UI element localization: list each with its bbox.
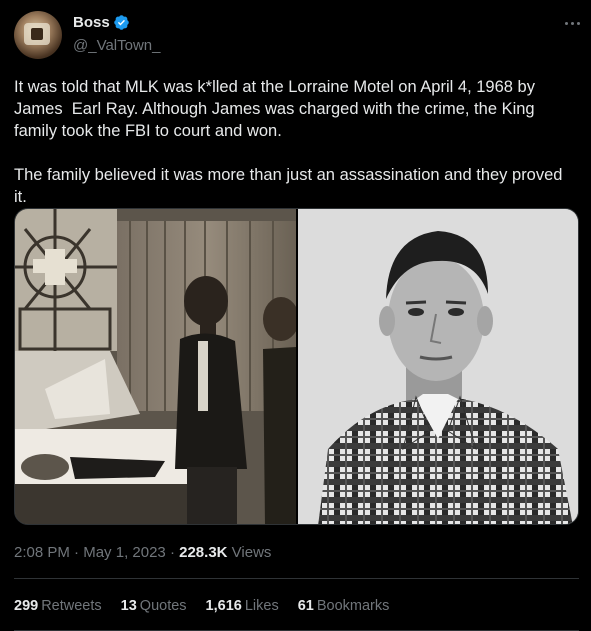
dot [570, 21, 574, 25]
likes-count: 1,616 [205, 598, 242, 614]
retweets-label: Retweets [41, 598, 102, 614]
tweet-text: It was told that MLK was k*lled at the L… [14, 78, 563, 206]
avatar[interactable] [14, 11, 62, 59]
author-name[interactable]: Boss [73, 14, 110, 31]
views-label: Views [231, 544, 272, 561]
bookmarks-count: 61 [297, 598, 314, 614]
verified-badge-icon [113, 15, 129, 30]
engagement-stats: 299 Retweets 13 Quotes 1,616 Likes 61 Bookma… [14, 598, 408, 614]
portrait-graphic [298, 209, 578, 524]
james-earl-ray-photo[interactable] [298, 209, 578, 524]
retweets-stat[interactable]: 299 Retweets [14, 598, 102, 614]
dot [564, 21, 568, 25]
divider [14, 578, 579, 579]
dot [576, 21, 580, 25]
likes-stat[interactable]: 1,616 Likes [206, 598, 279, 614]
meta-separator: · [74, 544, 80, 561]
funeral-photo[interactable] [15, 209, 296, 524]
funeral-photo-graphic [15, 209, 296, 524]
tweet-date[interactable]: May 1, 2023 [83, 544, 166, 561]
bookmarks-label: Bookmarks [316, 598, 390, 614]
tweet-meta: 2:08 PM · May 1, 2023 · 228.3K Views [14, 544, 271, 561]
tweet-media[interactable] [14, 208, 579, 525]
quotes-label: Quotes [139, 598, 187, 614]
quotes-stat[interactable]: 13 Quotes [121, 598, 187, 614]
views-count: 228.3K [179, 544, 228, 561]
more-options-icon[interactable] [561, 13, 583, 33]
tweet-time[interactable]: 2:08 PM [14, 544, 70, 561]
author-name-row[interactable]: Boss [73, 14, 130, 31]
likes-label: Likes [244, 598, 279, 614]
bookmarks-stat[interactable]: 61 Bookmarks [298, 598, 390, 614]
author-handle[interactable]: @_ValTown_ [73, 37, 161, 54]
retweets-count: 299 [14, 598, 39, 614]
quotes-count: 13 [120, 598, 137, 614]
avatar-shape [31, 28, 43, 40]
meta-separator: · [169, 544, 175, 561]
